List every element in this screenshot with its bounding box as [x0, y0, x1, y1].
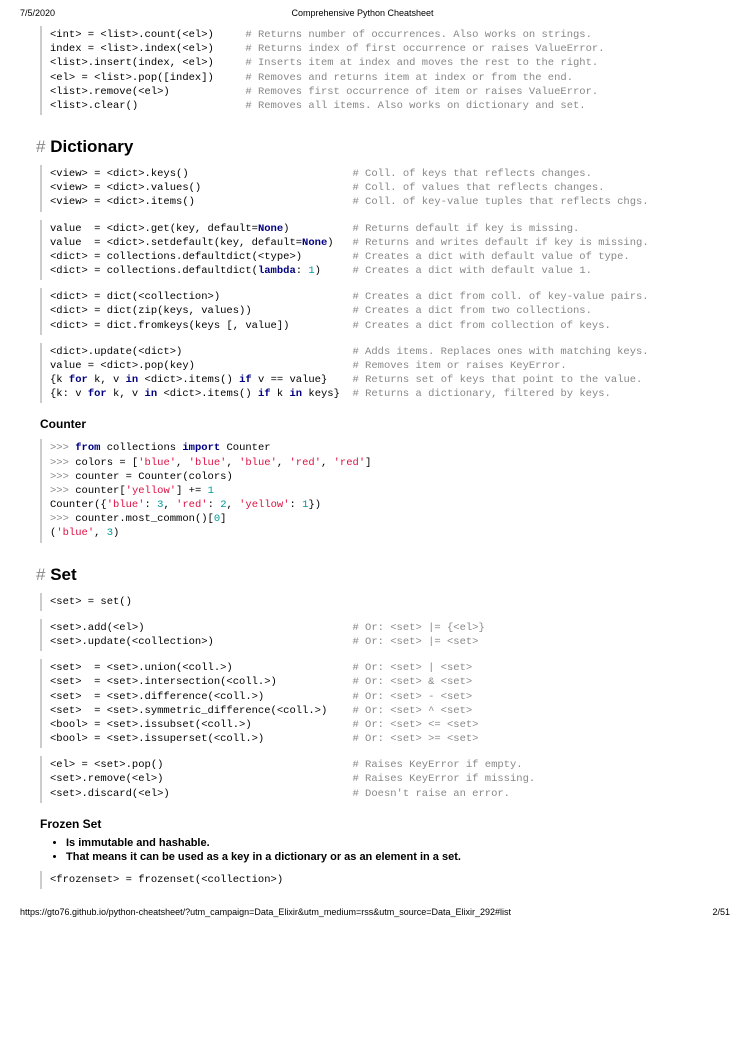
code-list-ops: <int> = <list>.count(<el>) # Returns num… — [40, 26, 730, 115]
code-dict-create: <dict> = dict(<collection>) # Creates a … — [40, 288, 730, 335]
frozenset-bullets: Is immutable and hashable. That means it… — [66, 837, 730, 863]
section-dictionary: # Dictionary — [36, 137, 730, 157]
code-dict-views: <view> = <dict>.keys() # Coll. of keys t… — [40, 165, 730, 212]
subsection-counter: Counter — [40, 417, 730, 431]
footer-url: https://gto76.github.io/python-cheatshee… — [20, 907, 511, 917]
code-set-ops: <set> = <set>.union(<coll.>) # Or: <set>… — [40, 659, 730, 748]
header-date: 7/5/2020 — [20, 8, 55, 18]
code-dict-update: <dict>.update(<dict>) # Adds items. Repl… — [40, 343, 730, 404]
bullet-fs1: Is immutable and hashable. — [66, 837, 730, 849]
code-set-pop: <el> = <set>.pop() # Raises KeyError if … — [40, 756, 730, 803]
code-set-add: <set>.add(<el>) # Or: <set> |= {<el>} <s… — [40, 619, 730, 651]
print-footer: https://gto76.github.io/python-cheatshee… — [20, 907, 730, 917]
print-header: 7/5/2020 Comprehensive Python Cheatsheet — [20, 8, 730, 18]
header-title: Comprehensive Python Cheatsheet — [55, 8, 670, 18]
code-set-new: <set> = set() — [40, 593, 730, 611]
subsection-frozenset: Frozen Set — [40, 817, 730, 831]
section-set: # Set — [36, 565, 730, 585]
code-dict-get: value = <dict>.get(key, default=None) # … — [40, 220, 730, 281]
bullet-fs2: That means it can be used as a key in a … — [66, 851, 730, 863]
footer-page: 2/51 — [712, 907, 730, 917]
code-frozenset-new: <frozenset> = frozenset(<collection>) — [40, 871, 730, 889]
code-counter-example: >>> from collections import Counter >>> … — [40, 439, 730, 542]
